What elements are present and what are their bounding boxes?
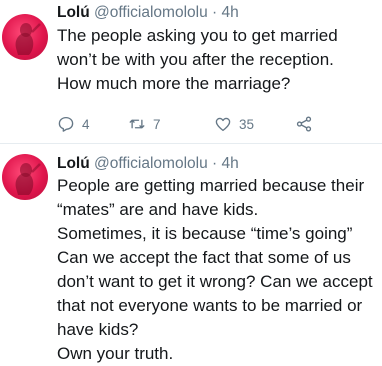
avatar-image bbox=[15, 163, 41, 195]
avatar[interactable] bbox=[2, 154, 48, 200]
tweet-line: Can we accept the fact that some of us bbox=[57, 248, 351, 267]
divider bbox=[0, 143, 382, 144]
timestamp[interactable]: 4h bbox=[222, 155, 239, 172]
tweet-line: “mates” are and have kids. bbox=[57, 200, 259, 219]
like-button[interactable]: 35 bbox=[214, 113, 254, 135]
tweet-actions: 4 7 35 bbox=[57, 113, 377, 135]
share-button[interactable] bbox=[295, 113, 313, 135]
user-handle[interactable]: @officialomololu bbox=[94, 4, 208, 21]
tweet-line: How much more the marriage? bbox=[57, 74, 291, 93]
separator: · bbox=[212, 4, 218, 21]
tweet-line: won’t be with you after the reception. bbox=[57, 50, 334, 69]
timestamp[interactable]: 4h bbox=[222, 4, 239, 21]
tweet-line: that not everyone wants to be married or bbox=[57, 296, 363, 315]
reply-button[interactable]: 4 bbox=[57, 113, 90, 135]
display-name[interactable]: Lolú bbox=[57, 4, 90, 21]
reply-count: 4 bbox=[82, 116, 90, 132]
share-icon bbox=[296, 116, 312, 132]
separator: · bbox=[212, 155, 218, 172]
avatar-image bbox=[15, 23, 41, 55]
retweet-count: 7 bbox=[153, 116, 161, 132]
user-handle[interactable]: @officialomololu bbox=[94, 155, 208, 172]
avatar[interactable] bbox=[2, 14, 48, 60]
retweet-icon bbox=[129, 119, 145, 129]
like-count: 35 bbox=[239, 116, 255, 132]
reply-icon bbox=[58, 116, 74, 132]
tweet-line: have kids? bbox=[57, 320, 139, 339]
tweet-1[interactable]: Lolú @officialomololu · 4h The people as… bbox=[0, 0, 382, 140]
tweet-header: Lolú @officialomololu · 4h bbox=[57, 4, 239, 22]
tweet-line: The people asking you to get married bbox=[57, 26, 338, 45]
tweet-header: Lolú @officialomololu · 4h bbox=[57, 155, 239, 173]
tweet-line: don’t want to get it wrong? Can we accep… bbox=[57, 272, 373, 291]
tweet-line: People are getting married because their bbox=[57, 176, 365, 195]
tweet-text: People are getting married because their… bbox=[57, 174, 379, 366]
tweet-line: Sometimes, it is because “time’s going” bbox=[57, 224, 353, 243]
tweet-text: The people asking you to get married won… bbox=[57, 24, 379, 96]
display-name[interactable]: Lolú bbox=[57, 155, 90, 172]
like-icon bbox=[215, 117, 231, 132]
retweet-button[interactable]: 7 bbox=[128, 113, 161, 135]
tweet-2[interactable]: Lolú @officialomololu · 4h People are ge… bbox=[0, 146, 382, 363]
